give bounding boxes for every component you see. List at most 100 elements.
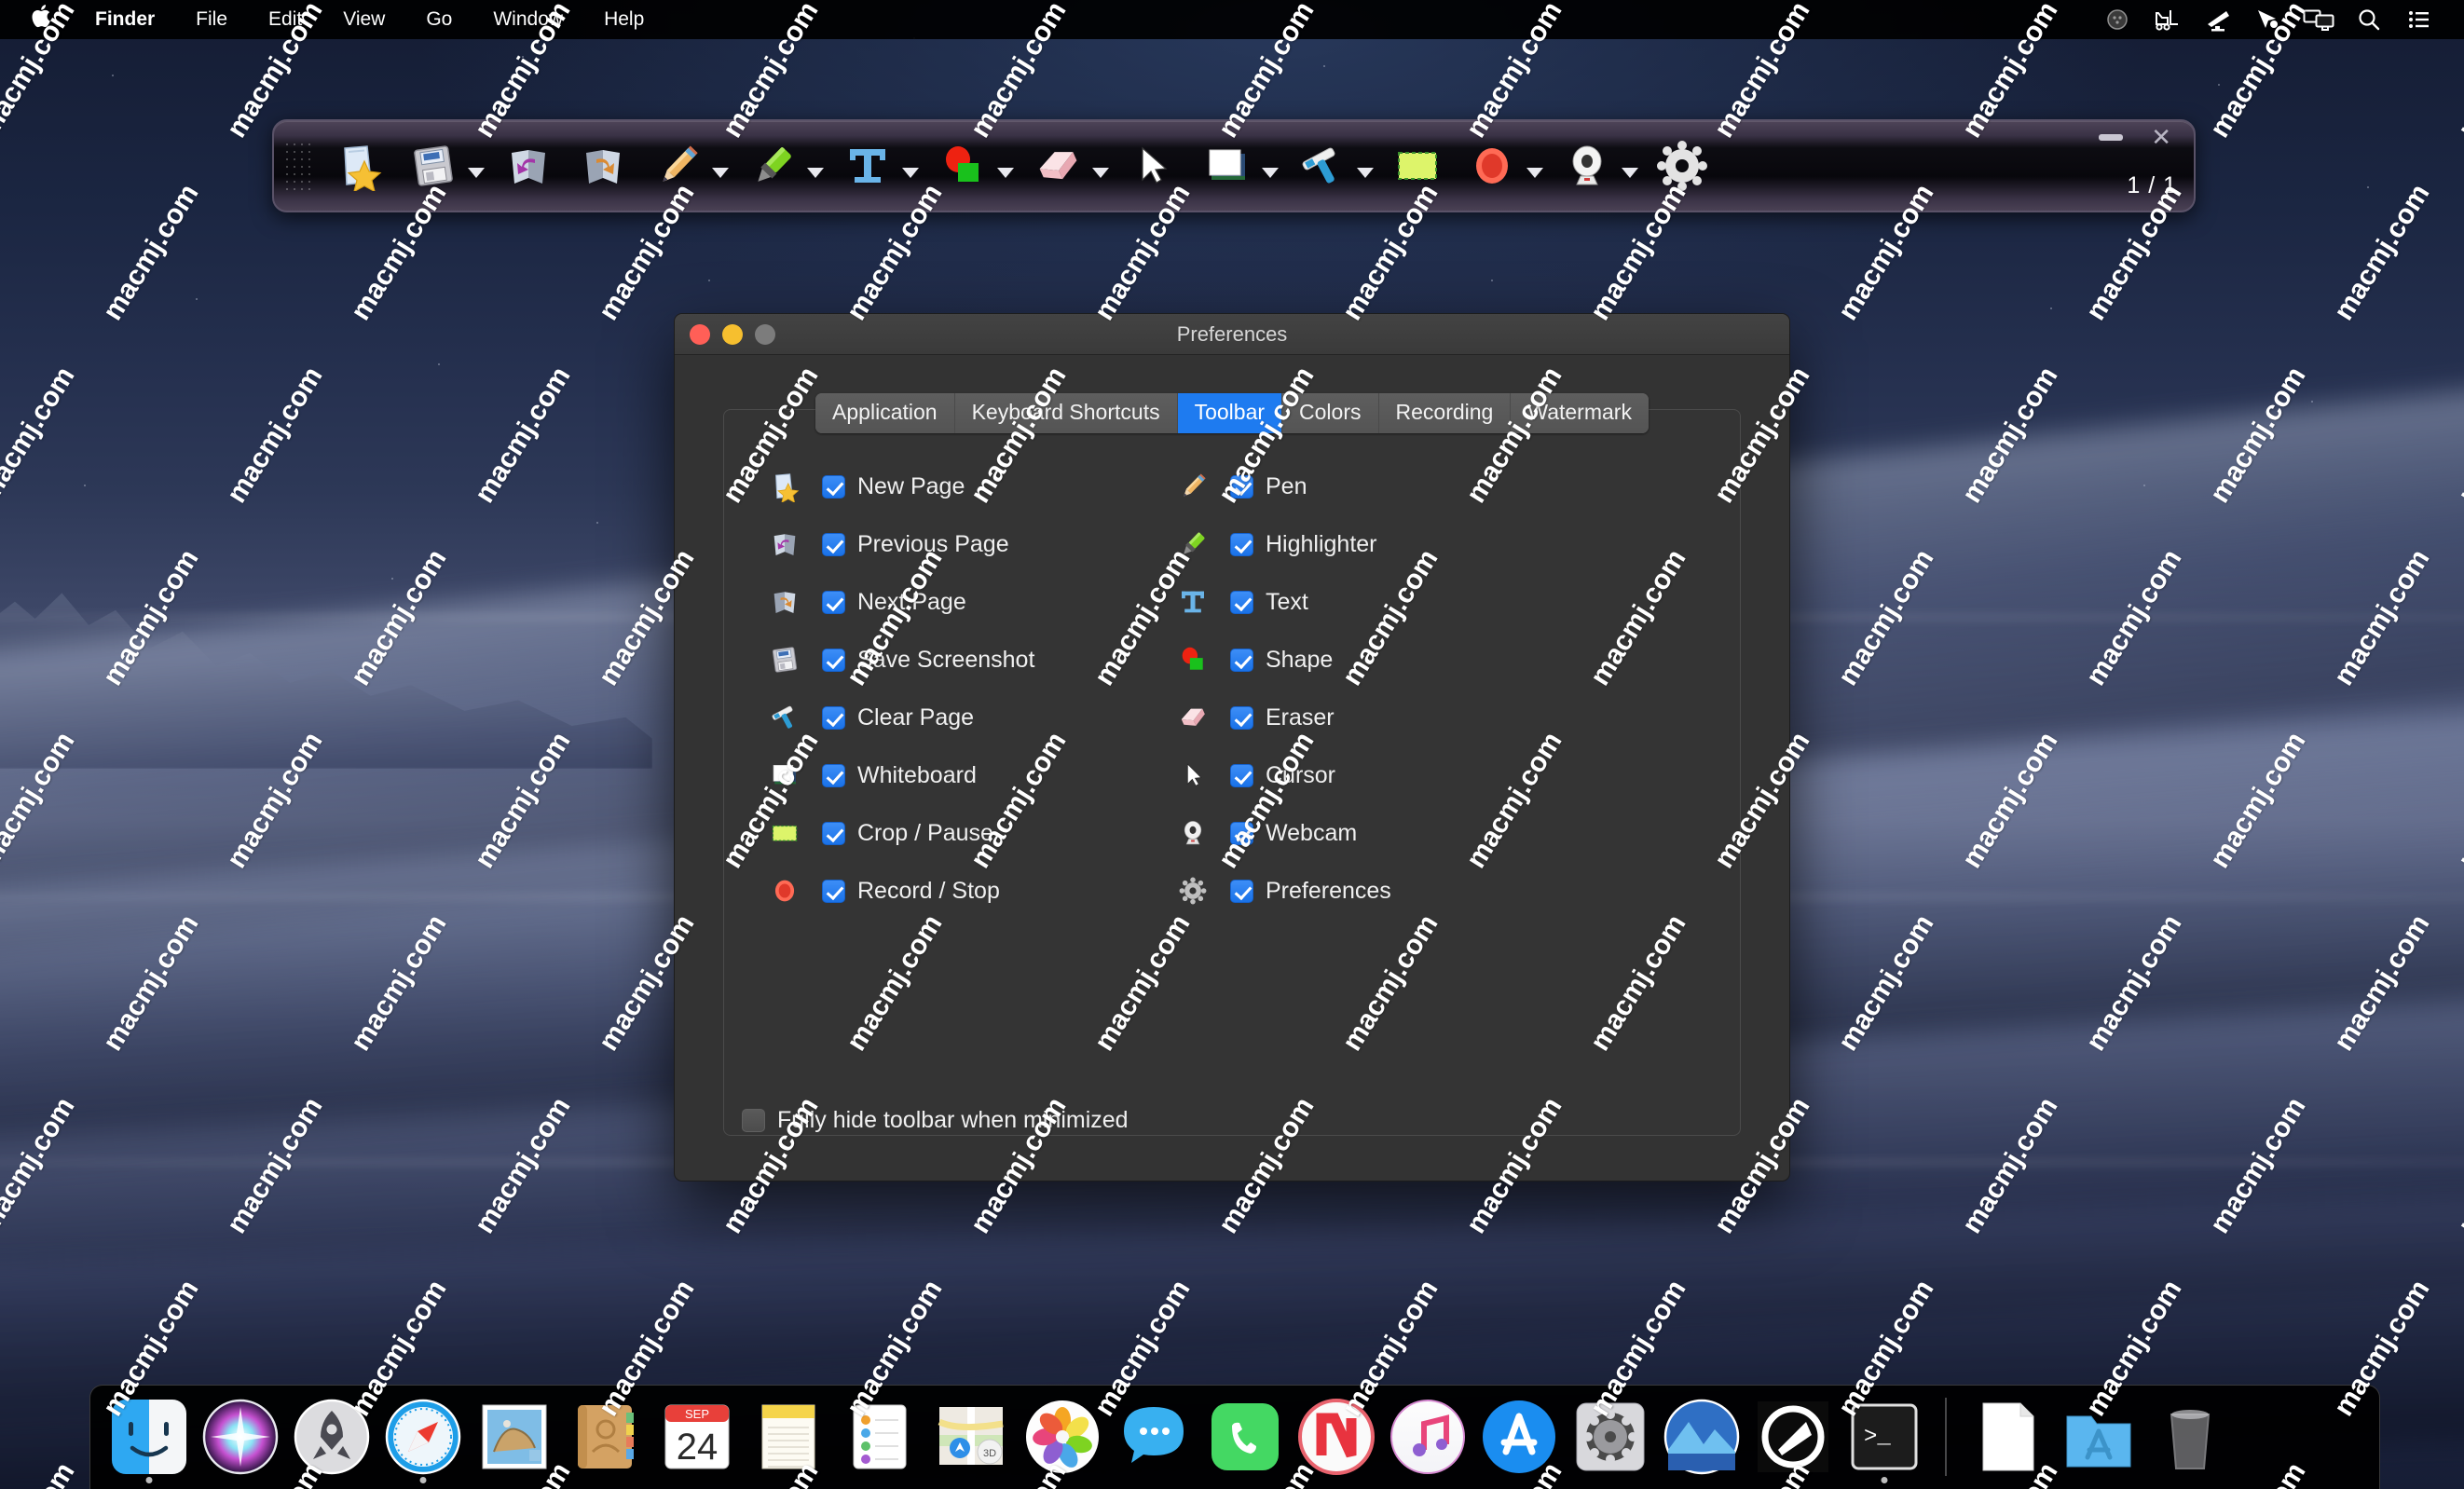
clear-page-icon[interactable] [1292,135,1353,197]
chevron-down-icon[interactable] [1092,167,1109,178]
toolbar-option-record-stop[interactable]: Record / Stop [763,862,1155,920]
zoom-window-button[interactable] [755,323,775,345]
webcam-icon[interactable] [1556,135,1618,197]
menu-bar[interactable]: Finder File Edit View Go Window Help [0,0,2464,39]
dock-item-facetime[interactable] [1199,1388,1291,1485]
highlighter-icon[interactable] [742,135,803,197]
toolbar-option-eraser[interactable]: Eraser [1171,689,1563,746]
checkbox-save-screenshot[interactable] [822,648,845,672]
menu-item-go[interactable]: Go [405,8,472,31]
screen-mirroring-icon[interactable] [2298,0,2339,39]
dock-item-document[interactable] [1962,1388,2053,1485]
forklift-icon[interactable] [2147,0,2188,39]
menu-item-help[interactable]: Help [583,8,664,31]
toolbar-button-previous-page[interactable] [485,135,559,197]
dock[interactable]: SEP 24 3D >_ [89,1385,2380,1489]
whiteboard-icon[interactable] [1197,135,1258,197]
shape-icon[interactable] [932,135,993,197]
save-screenshot-icon[interactable] [403,135,464,197]
eraser-icon[interactable] [1027,135,1088,197]
checkbox-eraser[interactable] [1230,705,1253,730]
dock-item-trash[interactable] [2144,1388,2236,1485]
preferences-tabbar[interactable]: Application Keyboard Shortcuts Toolbar Colo… [675,393,1789,433]
toolbar-button-shape[interactable] [919,135,1014,197]
dock-item-itunes[interactable] [1382,1388,1473,1485]
dock-item-reminders[interactable] [834,1388,925,1485]
cursor-icon[interactable] [1122,135,1184,197]
menu-item-file[interactable]: File [175,8,248,31]
text-icon[interactable] [837,135,898,197]
record-stop-icon[interactable] [1461,135,1523,197]
cleaner-icon[interactable] [2197,0,2238,39]
tab-application[interactable]: Application [815,393,955,433]
menu-item-view[interactable]: View [322,8,405,31]
next-page-icon[interactable] [572,135,634,197]
dock-item-news[interactable] [1291,1388,1382,1485]
toolbar-option-cursor[interactable]: Cursor [1171,746,1563,804]
toolbar-button-new-page[interactable] [315,135,390,197]
toolbar-option-previous-page[interactable]: Previous Page [763,515,1155,573]
chevron-down-icon[interactable] [1526,167,1543,178]
toolbar-button-highlighter[interactable] [729,135,824,197]
toolbar-option-save-screenshot[interactable]: Save Screenshot [763,631,1155,689]
menu-item-finder[interactable]: Finder [75,8,175,31]
dock-item-siri[interactable] [195,1388,286,1485]
menu-item-window[interactable]: Window [472,8,583,31]
tab-toolbar[interactable]: Toolbar [1177,393,1283,433]
pointer-app-icon[interactable] [2248,0,2289,39]
toolbar-button-crop-pause[interactable] [1374,135,1448,197]
toolbar-option-preferences[interactable]: Preferences [1171,862,1563,920]
checkbox-cursor[interactable] [1230,763,1253,787]
previous-page-icon[interactable] [498,135,559,197]
checkbox-highlighter[interactable] [1230,532,1253,556]
checkbox-preferences[interactable] [1230,879,1253,903]
dock-item-launchpad[interactable] [286,1388,377,1485]
dock-item-notes[interactable] [743,1388,834,1485]
checkbox-crop-pause[interactable] [822,821,845,845]
dock-item-calendar[interactable]: SEP 24 [651,1388,743,1485]
toolbar-close-button[interactable]: ✕ [2151,125,2171,149]
dock-item-system-preferences[interactable] [1565,1388,1656,1485]
dock-item-messages[interactable] [1108,1388,1199,1485]
app-badge-icon[interactable] [2097,0,2138,39]
toolbar-option-highlighter[interactable]: Highlighter [1171,515,1563,573]
toolbar-button-pen[interactable] [634,135,729,197]
dock-item-safari[interactable] [377,1388,469,1485]
chevron-down-icon[interactable] [807,167,824,178]
checkbox-whiteboard[interactable] [822,763,845,787]
toolbar-option-new-page[interactable]: New Page [763,458,1155,515]
close-window-button[interactable] [690,323,710,345]
chevron-down-icon[interactable] [997,167,1014,178]
dock-item-contacts[interactable] [560,1388,651,1485]
toolbar-button-whiteboard[interactable] [1184,135,1279,197]
chevron-down-icon[interactable] [1357,167,1374,178]
checkbox-text[interactable] [1230,590,1253,614]
checkbox-new-page[interactable] [822,474,845,499]
dock-item-app-store[interactable] [1473,1388,1565,1485]
toolbar-button-eraser[interactable] [1014,135,1109,197]
toolbar-minimize-button[interactable] [2099,134,2123,141]
fully-hide-toolbar-row[interactable]: Fully hide toolbar when minimized [742,1107,1129,1134]
apple-menu-icon[interactable] [0,3,75,34]
toolbar-drag-handle[interactable] [283,141,315,191]
gear-icon[interactable] [1651,135,1713,197]
chevron-down-icon[interactable] [468,167,485,178]
tab-watermark[interactable]: Watermark [1511,393,1649,433]
toolbar-button-save-screenshot[interactable] [390,135,485,197]
checkbox-clear-page[interactable] [822,705,845,730]
dock-item-applications-folder[interactable] [2053,1388,2144,1485]
toolbar-button-next-page[interactable] [559,135,634,197]
checkbox-record-stop[interactable] [822,879,845,903]
toolbar-option-whiteboard[interactable]: Whiteboard [763,746,1155,804]
toolbar-button-webcam[interactable] [1543,135,1638,197]
toolbar-option-shape[interactable]: Shape [1171,631,1563,689]
pen-icon[interactable] [647,135,708,197]
chevron-down-icon[interactable] [712,167,729,178]
toolbar-option-webcam[interactable]: Webcam [1171,804,1563,862]
floating-annotation-toolbar[interactable]: ✕ 1 / 1 [272,119,2196,212]
dock-item-finder[interactable] [103,1388,195,1485]
chevron-down-icon[interactable] [902,167,919,178]
toolbar-option-next-page[interactable]: Next Page [763,573,1155,631]
fully-hide-toolbar-checkbox[interactable] [742,1109,765,1132]
tab-colors[interactable]: Colors [1282,393,1379,433]
